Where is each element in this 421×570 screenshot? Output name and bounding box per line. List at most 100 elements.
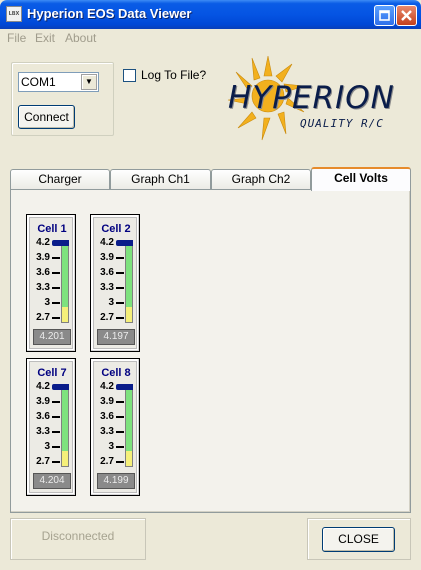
restore-icon [379, 10, 390, 21]
tick-label: 4.2 [100, 381, 114, 392]
connection-status: Disconnected [10, 518, 146, 560]
tick-label: 3.9 [100, 252, 114, 263]
window-close-button[interactable] [396, 5, 417, 26]
tick-mark [52, 431, 60, 433]
cell-title: Cell 2 [101, 223, 131, 235]
voltage-gauge [125, 242, 133, 323]
com-port-value: COM1 [21, 75, 56, 89]
cell-voltage-value: 4.199 [97, 473, 135, 489]
close-button[interactable]: CLOSE [322, 527, 395, 552]
tick-mark [52, 446, 60, 448]
gauge-yellow-zone [62, 307, 68, 322]
tick-mark [52, 461, 60, 463]
cell-voltage-value: 4.197 [97, 329, 135, 345]
voltage-gauge [125, 386, 133, 467]
tick-mark [52, 287, 60, 289]
tick-mark [52, 401, 60, 403]
tick-label: 3.6 [100, 411, 114, 422]
tick-mark [52, 317, 60, 319]
gauge-yellow-zone [62, 451, 68, 466]
hyperion-logo: HYPERION QUALITY R/C [222, 52, 407, 149]
tab-cell-volts[interactable]: Cell Volts [311, 167, 411, 191]
tick-mark [52, 272, 60, 274]
voltage-marker [52, 384, 69, 390]
cell-widget: Cell 1 4.2 3.9 3.6 3.3 3 2.7 4.201 [26, 214, 76, 352]
menu-bar: File Exit About [0, 29, 421, 47]
tab-charger[interactable]: Charger [10, 169, 110, 189]
cell-body: Cell 8 4.2 3.9 3.6 3.3 3 2.7 4.199 [93, 361, 137, 493]
tick-label: 2.7 [36, 312, 50, 323]
tick-label: 3.9 [36, 252, 50, 263]
connect-button[interactable]: Connect [18, 105, 75, 129]
tick-mark [52, 416, 60, 418]
tick-label: 3.6 [100, 267, 114, 278]
tick-mark [116, 302, 124, 304]
connection-group: COM1 ▼ Connect [11, 62, 114, 136]
cell-voltage-value: 4.201 [33, 329, 71, 345]
tick-label: 3.6 [36, 411, 50, 422]
tick-label: 3.6 [36, 267, 50, 278]
voltage-marker [52, 240, 69, 246]
cell-body: Cell 1 4.2 3.9 3.6 3.3 3 2.7 4.201 [29, 217, 73, 349]
gauge-green-zone [126, 243, 132, 307]
tick-mark [116, 401, 124, 403]
tick-mark [52, 257, 60, 259]
tab-graph-ch2[interactable]: Graph Ch2 [211, 169, 311, 189]
logo-brand-text: HYPERION [228, 80, 395, 116]
tick-label: 3 [108, 441, 114, 452]
tick-mark [52, 302, 60, 304]
tick-label: 3.3 [36, 426, 50, 437]
restore-button[interactable] [374, 5, 395, 26]
tick-label: 4.2 [36, 237, 50, 248]
tick-label: 3.3 [36, 282, 50, 293]
menu-about[interactable]: About [65, 31, 96, 45]
tick-mark [116, 317, 124, 319]
voltage-marker [116, 240, 133, 246]
cell-widget: Cell 7 4.2 3.9 3.6 3.3 3 2.7 4.204 [26, 358, 76, 496]
tick-label: 2.7 [36, 456, 50, 467]
tick-label: 2.7 [100, 456, 114, 467]
cell-title: Cell 7 [37, 367, 67, 379]
cell-body: Cell 7 4.2 3.9 3.6 3.3 3 2.7 4.204 [29, 361, 73, 493]
gauge-yellow-zone [126, 307, 132, 322]
cell-widget: Cell 8 4.2 3.9 3.6 3.3 3 2.7 4.199 [90, 358, 140, 496]
tick-mark [116, 272, 124, 274]
voltage-gauge [61, 242, 69, 323]
dropdown-arrow-icon[interactable]: ▼ [81, 74, 97, 90]
cell-widget: Cell 2 4.2 3.9 3.6 3.3 3 2.7 4.197 [90, 214, 140, 352]
voltage-marker [116, 384, 133, 390]
logo-tagline: QUALITY R/C [300, 117, 384, 130]
window-title: Hyperion EOS Data Viewer [27, 6, 192, 21]
tick-label: 3 [44, 297, 50, 308]
tick-label: 4.2 [100, 237, 114, 248]
tick-label: 3.3 [100, 282, 114, 293]
log-to-file-checkbox[interactable] [123, 69, 136, 82]
close-icon [401, 10, 412, 21]
menu-exit[interactable]: Exit [35, 31, 55, 45]
cell-voltage-value: 4.204 [33, 473, 71, 489]
tick-mark [116, 431, 124, 433]
tick-label: 4.2 [36, 381, 50, 392]
title-bar: LBX Hyperion EOS Data Viewer [0, 0, 421, 29]
menu-file[interactable]: File [7, 31, 26, 45]
cell-title: Cell 1 [37, 223, 67, 235]
tick-label: 2.7 [100, 312, 114, 323]
com-port-select[interactable]: COM1 ▼ [18, 72, 99, 92]
tab-graph-ch1[interactable]: Graph Ch1 [110, 169, 211, 189]
log-to-file-label: Log To File? [141, 68, 207, 82]
tick-label: 3.9 [36, 396, 50, 407]
voltage-gauge [61, 386, 69, 467]
tick-mark [116, 446, 124, 448]
gauge-green-zone [126, 387, 132, 451]
gauge-yellow-zone [126, 451, 132, 466]
gauge-green-zone [62, 387, 68, 451]
tick-mark [116, 287, 124, 289]
tick-mark [116, 461, 124, 463]
tick-label: 3.9 [100, 396, 114, 407]
cell-title: Cell 8 [101, 367, 131, 379]
tick-label: 3.3 [100, 426, 114, 437]
tick-label: 3 [108, 297, 114, 308]
tick-label: 3 [44, 441, 50, 452]
app-icon: LBX [6, 6, 22, 22]
gauge-green-zone [62, 243, 68, 307]
